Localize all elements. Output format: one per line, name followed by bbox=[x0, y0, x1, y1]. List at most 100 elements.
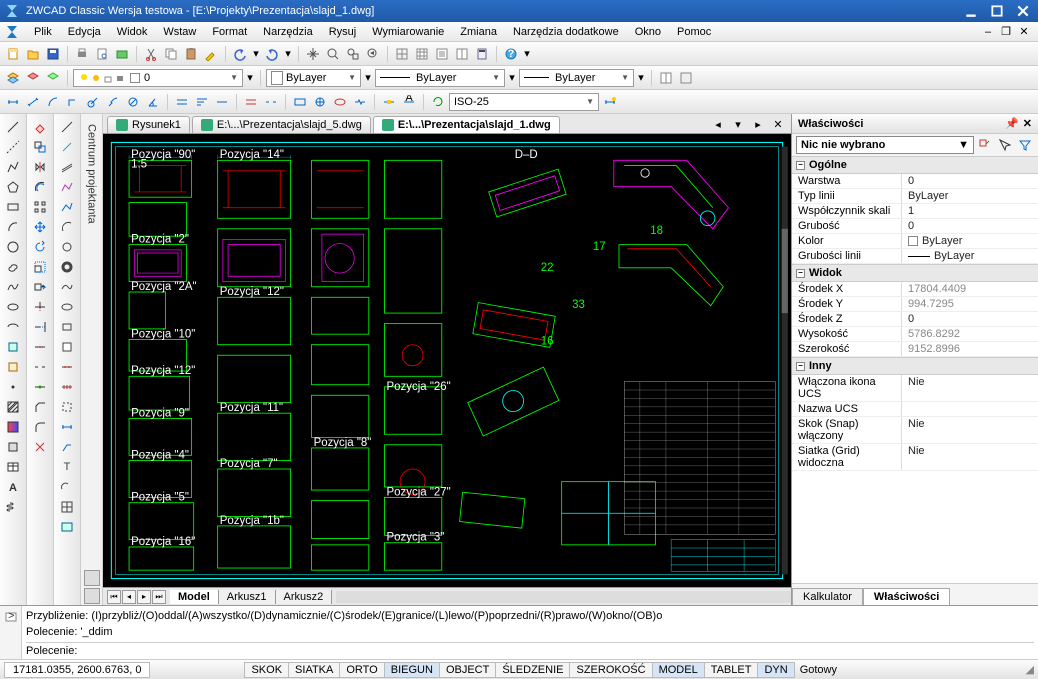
dim-linear-button[interactable] bbox=[4, 93, 22, 111]
ex-ellipse[interactable] bbox=[57, 298, 77, 316]
ex-ray[interactable] bbox=[57, 138, 77, 156]
status-object[interactable]: OBJECT bbox=[439, 662, 496, 678]
explode-tool[interactable] bbox=[30, 438, 50, 456]
gradient-tool[interactable] bbox=[3, 418, 23, 436]
paste-button[interactable] bbox=[182, 45, 200, 63]
prop-value[interactable]: Nie bbox=[902, 375, 1038, 401]
designcenter-button[interactable] bbox=[657, 69, 675, 87]
status-sledzenie[interactable]: ŚLEDZENIE bbox=[495, 662, 570, 678]
prop-value[interactable]: 0 bbox=[902, 219, 1038, 233]
ex-bound[interactable] bbox=[57, 398, 77, 416]
layout-tab-arkusz2[interactable]: Arkusz2 bbox=[276, 590, 333, 604]
prop-row[interactable]: Warstwa0 bbox=[792, 174, 1038, 189]
calc-button[interactable] bbox=[473, 45, 491, 63]
dim-space-button[interactable] bbox=[242, 93, 260, 111]
doc-tab-0[interactable]: Rysunek1 bbox=[107, 116, 190, 133]
helix-tool[interactable] bbox=[3, 498, 23, 516]
rotate-tool[interactable] bbox=[30, 238, 50, 256]
color-combo[interactable]: ByLayer ▼ bbox=[266, 69, 361, 87]
linetype-drop-button[interactable]: ▾ bbox=[507, 69, 517, 87]
layout-last-button[interactable]: ⏭ bbox=[152, 590, 166, 604]
pan-button[interactable] bbox=[304, 45, 322, 63]
menu-widok[interactable]: Widok bbox=[109, 24, 156, 40]
ex-3dpoly[interactable] bbox=[57, 198, 77, 216]
prop-value[interactable]: 0 bbox=[902, 174, 1038, 188]
dc-tab-2[interactable] bbox=[84, 588, 100, 604]
doc-tab-1[interactable]: E:\...\Prezentacja\slajd_5.dwg bbox=[192, 116, 371, 133]
dim-break-button[interactable] bbox=[262, 93, 280, 111]
dim-ordinate-button[interactable] bbox=[64, 93, 82, 111]
layer-states-button[interactable] bbox=[24, 69, 42, 87]
doc-tab-2[interactable]: E:\...\Prezentacja\slajd_1.dwg bbox=[373, 116, 560, 133]
status-dyn[interactable]: DYN bbox=[757, 662, 794, 678]
dc-tab-1[interactable] bbox=[84, 570, 100, 586]
prop-value[interactable]: Nie bbox=[902, 444, 1038, 470]
props-button[interactable] bbox=[453, 45, 471, 63]
redo-button[interactable] bbox=[263, 45, 281, 63]
prop-value[interactable]: 9152.8996 bbox=[902, 342, 1038, 356]
help-drop-button[interactable]: ▾ bbox=[522, 45, 532, 63]
command-text[interactable]: Przybliżenie: (I)przybliż/(O)oddal/(A)ws… bbox=[22, 606, 1038, 659]
lineweight-combo[interactable]: ByLayer ▼ bbox=[519, 69, 634, 87]
status-model[interactable]: MODEL bbox=[652, 662, 705, 678]
menu-edycja[interactable]: Edycja bbox=[60, 24, 109, 40]
help-button[interactable]: ? bbox=[502, 45, 520, 63]
tab-prev-button[interactable]: ◂ bbox=[709, 115, 727, 133]
tab-close-button[interactable]: ✕ bbox=[769, 115, 787, 133]
prop-row[interactable]: Środek Y994.7295 bbox=[792, 297, 1038, 312]
menu-narzedzia[interactable]: Narzędzia bbox=[255, 24, 321, 40]
circle-tool[interactable] bbox=[3, 238, 23, 256]
menu-format[interactable]: Format bbox=[204, 24, 255, 40]
dim-edit-button[interactable] bbox=[380, 93, 398, 111]
open-file-button[interactable] bbox=[24, 45, 42, 63]
mtext-tool[interactable]: A bbox=[3, 478, 23, 496]
dim-baseline-button[interactable] bbox=[193, 93, 211, 111]
layout-first-button[interactable]: ⏮ bbox=[107, 590, 121, 604]
zoom-realtime-button[interactable] bbox=[324, 45, 342, 63]
ex-bhatch[interactable] bbox=[57, 498, 77, 516]
prop-group[interactable]: −Widok bbox=[792, 264, 1038, 282]
dim-inspect-button[interactable] bbox=[331, 93, 349, 111]
ex-arc[interactable] bbox=[57, 218, 77, 236]
center-mark-button[interactable] bbox=[311, 93, 329, 111]
ex-mline[interactable] bbox=[57, 158, 77, 176]
ellipse-tool[interactable] bbox=[3, 298, 23, 316]
ex-text[interactable]: T bbox=[57, 458, 77, 476]
hatch-tool[interactable] bbox=[3, 398, 23, 416]
tolerance-button[interactable] bbox=[291, 93, 309, 111]
mdi-close-button[interactable]: ✕ bbox=[1016, 25, 1032, 39]
command-input[interactable] bbox=[81, 645, 1034, 657]
dim-update-button[interactable] bbox=[429, 93, 447, 111]
ex-div[interactable] bbox=[57, 358, 77, 376]
copy-tool[interactable] bbox=[30, 138, 50, 156]
prop-row[interactable]: Środek Z0 bbox=[792, 312, 1038, 327]
grid-tool-button[interactable] bbox=[393, 45, 411, 63]
dim-jogged-button[interactable] bbox=[104, 93, 122, 111]
extend-tool[interactable] bbox=[30, 318, 50, 336]
arc-tool[interactable] bbox=[3, 218, 23, 236]
print-preview-button[interactable] bbox=[93, 45, 111, 63]
prop-row[interactable]: Szerokość9152.8996 bbox=[792, 342, 1038, 357]
redo-drop-button[interactable]: ▾ bbox=[283, 45, 293, 63]
dim-radius-button[interactable] bbox=[84, 93, 102, 111]
ex-wipeout[interactable] bbox=[57, 338, 77, 356]
coord-display[interactable]: 17181.0355, 2600.6763, 0 bbox=[4, 662, 150, 678]
erase-tool[interactable] bbox=[30, 118, 50, 136]
menu-zmiana[interactable]: Zmiana bbox=[452, 24, 505, 40]
prop-tab-wlasciwosci[interactable]: Właściwości bbox=[863, 588, 950, 605]
status-skok[interactable]: SKOK bbox=[244, 662, 289, 678]
prop-row[interactable]: Grubość0 bbox=[792, 219, 1038, 234]
rectangle-tool[interactable] bbox=[3, 198, 23, 216]
layout-tab-arkusz1[interactable]: Arkusz1 bbox=[219, 590, 276, 604]
zoom-window-button[interactable] bbox=[344, 45, 362, 63]
new-file-button[interactable] bbox=[4, 45, 22, 63]
drawing-canvas[interactable]: Pozycja "90" Pozycja "2" Pozycja "2A" Po… bbox=[103, 134, 791, 587]
properties-pin-icon[interactable]: 📌 bbox=[1005, 117, 1019, 130]
insert-block-tool[interactable] bbox=[3, 338, 23, 356]
prop-value[interactable]: 5786.8292 bbox=[902, 327, 1038, 341]
dimstyle-manager-button[interactable] bbox=[601, 93, 619, 111]
filter-button[interactable] bbox=[1016, 136, 1034, 154]
prop-group[interactable]: −Inny bbox=[792, 357, 1038, 375]
window-minimize-button[interactable] bbox=[960, 3, 982, 19]
prop-row[interactable]: Nazwa UCS bbox=[792, 402, 1038, 417]
